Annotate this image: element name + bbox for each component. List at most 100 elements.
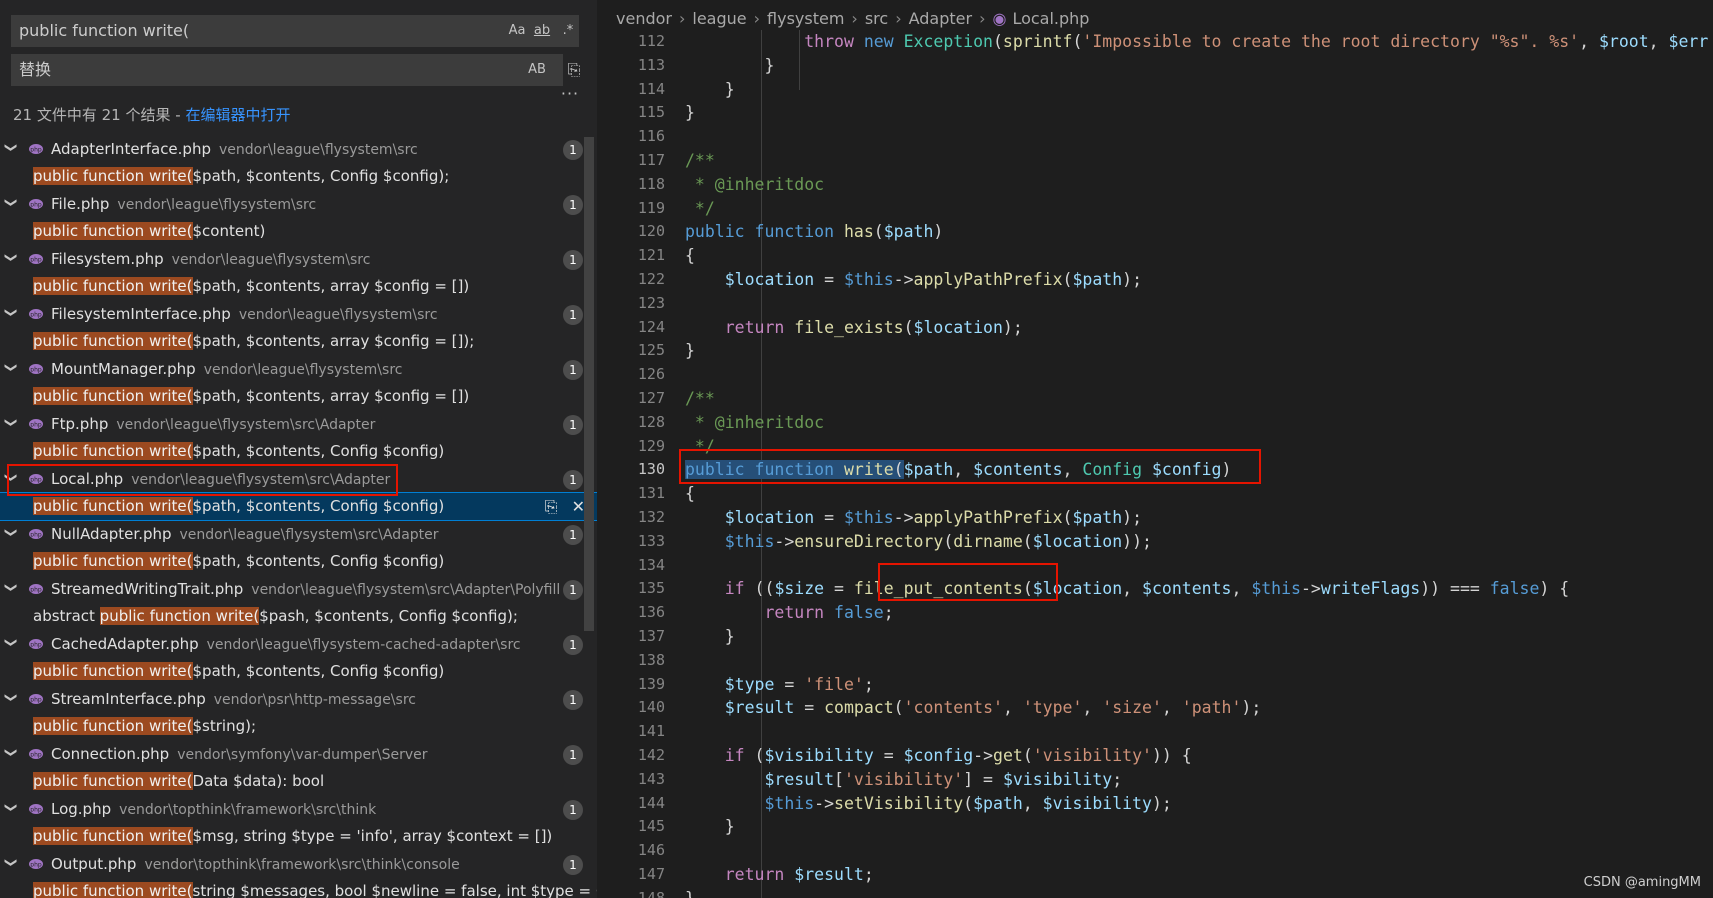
replace-all-icon[interactable]: ⎘: [562, 58, 586, 82]
dismiss-icon[interactable]: ✕: [572, 497, 585, 516]
chevron-down-icon[interactable]: ❯: [0, 803, 25, 817]
toggle-replace-arrow[interactable]: [0, 15, 8, 86]
code-editor[interactable]: vendor › league › flysystem › src › Adapter › ◉ Loc…: [601, 0, 1713, 898]
svg-text:php: php: [30, 807, 42, 814]
result-file-row[interactable]: ❯ php MountManager.php vendor\league\flysys…: [0, 356, 597, 383]
result-file-row[interactable]: ❯ php StreamInterface.php vendor\psr\http-m…: [0, 686, 597, 713]
match-suffix: Data $data): bool: [192, 772, 325, 790]
replace-input[interactable]: 替换 AB: [11, 54, 563, 86]
result-file-name: StreamedWritingTrait.php: [51, 580, 244, 598]
replace-icon[interactable]: ⎘: [545, 497, 558, 516]
result-file-row[interactable]: ❯ php Connection.php vendor\symfony\var-dum…: [0, 741, 597, 768]
result-file-row[interactable]: ❯ php StreamedWritingTrait.php vendor\leagu…: [0, 576, 597, 603]
line-number: 130: [637, 460, 665, 479]
chevron-down-icon[interactable]: ❯: [0, 363, 25, 377]
result-match-row[interactable]: public function write($path, $contents, …: [0, 658, 597, 685]
use-regex-toggle[interactable]: .*: [557, 16, 579, 46]
chevron-down-icon[interactable]: ❯: [0, 528, 25, 542]
line-number: 116: [637, 127, 665, 146]
match-highlight: public function write(: [33, 552, 193, 570]
result-match-row[interactable]: public function write(Data $data): bool: [0, 768, 597, 795]
chevron-down-icon[interactable]: ❯: [0, 583, 25, 597]
chevron-down-icon[interactable]: ❯: [0, 858, 25, 872]
result-file-row[interactable]: ❯ php FilesystemInterface.php vendor\league…: [0, 301, 597, 328]
result-match-row[interactable]: public function write($content): [0, 218, 597, 245]
breadcrumb-item[interactable]: vendor: [616, 9, 672, 28]
code-line: {: [685, 484, 695, 504]
line-number: 117: [637, 151, 665, 169]
chevron-down-icon[interactable]: ❯: [0, 308, 25, 322]
result-file-name: Log.php: [51, 800, 112, 818]
result-file-row[interactable]: ❯ php AdapterInterface.php vendor\league\fl…: [0, 136, 597, 163]
result-file-path: vendor\league\flysystem\src: [117, 197, 317, 213]
match-highlight: public function write(: [33, 442, 193, 460]
result-match-row[interactable]: abstract public function write($pash, $c…: [0, 603, 597, 630]
result-count-badge: 1: [563, 580, 583, 600]
match-whole-word-toggle[interactable]: ab: [531, 16, 553, 46]
breadcrumb-item[interactable]: Adapter: [909, 9, 972, 28]
php-file-icon: php: [29, 749, 43, 759]
line-number: 144: [637, 793, 665, 812]
search-input[interactable]: public function write( Aa ab .*: [11, 15, 579, 47]
line-number: 129: [637, 436, 665, 455]
result-file-row[interactable]: ❯ php CachedAdapter.php vendor\league\flysy…: [0, 631, 597, 658]
result-match-row[interactable]: public function write($path, $contents, …: [0, 492, 597, 521]
match-highlight: public function write(: [33, 497, 193, 515]
result-match-row[interactable]: public function write($path, $contents, …: [0, 438, 597, 465]
result-match-row[interactable]: public function write($path, $contents, …: [0, 383, 597, 410]
breadcrumb-item[interactable]: src: [865, 9, 888, 28]
line-number: 133: [637, 531, 665, 550]
match-suffix: $msg, string $type = 'info', array $cont…: [192, 827, 553, 845]
php-file-icon: php: [29, 419, 43, 429]
breadcrumb-item[interactable]: Local.php: [1012, 9, 1089, 28]
result-file-row[interactable]: ❯ php File.php vendor\league\flysystem\src 1: [0, 191, 597, 218]
svg-text:php: php: [30, 752, 42, 759]
chevron-down-icon[interactable]: ❯: [0, 693, 25, 707]
chevron-down-icon[interactable]: ❯: [0, 638, 25, 652]
sidebar-scrollbar[interactable]: [584, 137, 594, 631]
match-case-toggle[interactable]: Aa: [506, 16, 528, 46]
result-file-name: FilesystemInterface.php: [51, 305, 231, 323]
chevron-down-icon[interactable]: ❯: [0, 748, 25, 762]
result-file-row[interactable]: ❯ php Filesystem.php vendor\league\flysyste…: [0, 246, 597, 273]
result-count-badge: 1: [563, 195, 583, 215]
chevron-down-icon[interactable]: ❯: [0, 418, 25, 432]
result-match-row[interactable]: public function write(string $messages, …: [0, 878, 597, 898]
result-count-badge: 1: [563, 305, 583, 325]
result-file-row[interactable]: ❯ php Log.php vendor\topthink\framework\src…: [0, 796, 597, 823]
code-line: /**: [685, 389, 715, 408]
result-match-row[interactable]: public function write($path, $contents, …: [0, 163, 597, 190]
result-file-row[interactable]: ❯ php NullAdapter.php vendor\league\flysyst…: [0, 521, 597, 548]
breadcrumb-item[interactable]: flysystem: [767, 9, 844, 28]
result-file-row[interactable]: ❯ php Ftp.php vendor\league\flysystem\src\A…: [0, 411, 597, 438]
result-file-path: vendor\league\flysystem\src\Adapter: [116, 417, 376, 433]
line-number: 134: [637, 555, 665, 574]
line-number: 127: [637, 389, 665, 407]
result-file-path: vendor\symfony\var-dumper\Server: [177, 747, 428, 763]
chevron-down-icon[interactable]: ❯: [0, 253, 25, 267]
result-match-row[interactable]: public function write($msg, string $type…: [0, 823, 597, 850]
line-number: 142: [637, 746, 665, 764]
line-number: 138: [637, 650, 665, 669]
code-line: * @inheritdoc: [685, 412, 825, 432]
chevron-down-icon[interactable]: ❯: [0, 198, 25, 212]
chevron-down-icon[interactable]: ❯: [0, 143, 25, 157]
open-in-editor-link[interactable]: 在编辑器中打开: [185, 106, 290, 124]
result-match-row[interactable]: public function write($string);: [0, 713, 597, 740]
result-match-row[interactable]: public function write($path, $contents, …: [0, 548, 597, 575]
result-count-badge: 1: [563, 525, 583, 545]
svg-text:php: php: [30, 697, 42, 704]
code-line: }: [685, 79, 735, 99]
result-match-row[interactable]: public function write($path, $contents, …: [0, 273, 597, 300]
chevron-right-icon: ›: [979, 9, 986, 28]
code-line: return file_exists($location);: [724, 317, 1023, 337]
more-options-icon[interactable]: ···: [558, 84, 582, 104]
results-summary: 21 文件中有 21 个结果 - 在编辑器中打开: [13, 104, 290, 125]
result-file-row[interactable]: ❯ php Output.php vendor\topthink\framework\…: [0, 851, 597, 878]
match-suffix: $path, $contents, Config $config): [192, 497, 445, 515]
line-number: 148: [637, 888, 665, 898]
preserve-case-toggle[interactable]: AB: [526, 55, 548, 85]
result-match-row[interactable]: public function write($path, $contents, …: [0, 328, 597, 355]
result-file-name: NullAdapter.php: [51, 525, 172, 543]
breadcrumb-item[interactable]: league: [692, 9, 746, 28]
